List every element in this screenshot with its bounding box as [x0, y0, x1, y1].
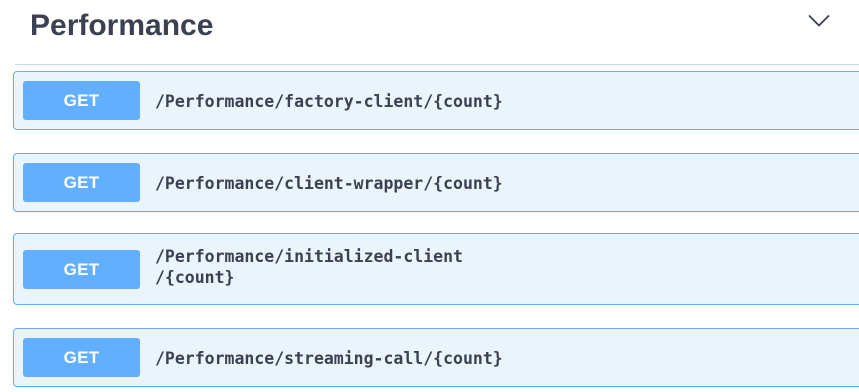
method-badge-get: GET: [23, 338, 140, 377]
section-header-toggle[interactable]: Performance: [0, 0, 859, 64]
operation-get-factory-client[interactable]: GET /Performance/factory-client/{count}: [13, 71, 859, 130]
performance-section: Performance GET /Performance/factory-cli…: [0, 0, 859, 392]
operation-path: /Performance/client-wrapper/{count}: [155, 173, 503, 194]
operation-path-line-1: /Performance/initialized-client: [155, 247, 463, 266]
chevron-down-icon[interactable]: [808, 14, 830, 28]
operation-path-line-1: /Performance/streaming-call/{count}: [155, 349, 503, 368]
method-badge-get: GET: [23, 250, 140, 289]
method-badge-get: GET: [23, 81, 140, 120]
operation-path-line-1: /Performance/client-wrapper/{count}: [155, 174, 503, 193]
operation-path-line-2: /{count}: [155, 268, 235, 287]
operation-path: /Performance/initialized-client /{count}: [155, 246, 463, 288]
operation-path: /Performance/streaming-call/{count}: [155, 348, 503, 369]
operation-get-streaming-call[interactable]: GET /Performance/streaming-call/{count}: [13, 328, 859, 387]
method-badge-get: GET: [23, 163, 140, 202]
operation-get-initialized-client[interactable]: GET /Performance/initialized-client /{co…: [13, 233, 859, 305]
operation-path-line-1: /Performance/factory-client/{count}: [155, 92, 503, 111]
operation-path: /Performance/factory-client/{count}: [155, 91, 503, 112]
section-title: Performance: [30, 9, 214, 42]
operation-get-client-wrapper[interactable]: GET /Performance/client-wrapper/{count}: [13, 153, 859, 212]
section-divider: [15, 64, 859, 65]
